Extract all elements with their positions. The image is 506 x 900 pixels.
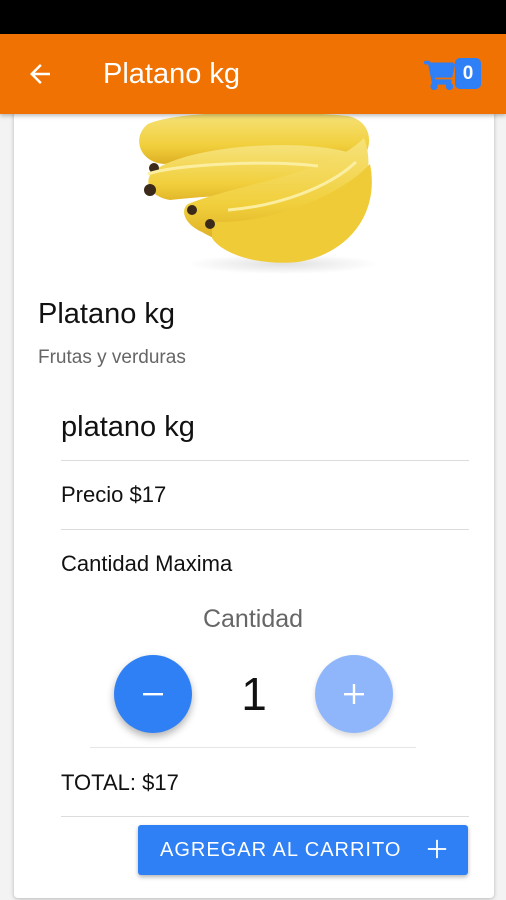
product-image (118, 114, 388, 274)
quantity-label: Cantidad (202, 605, 304, 633)
quantity-value: 1 (241, 668, 267, 720)
plus-icon (427, 839, 447, 859)
divider (61, 529, 469, 530)
back-button[interactable] (22, 56, 58, 92)
total-price: TOTAL: $17 (61, 770, 179, 795)
product-category: Frutas y verduras (38, 347, 186, 368)
cart-button[interactable]: 0 (424, 56, 486, 92)
product-title: Platano kg (38, 298, 176, 330)
add-to-cart-label: AGREGAR AL CARRITO (160, 839, 402, 861)
minus-icon (143, 693, 163, 696)
increase-quantity-button[interactable] (315, 655, 393, 733)
product-name: platano kg (61, 411, 195, 443)
status-bar (0, 0, 506, 34)
app-bar: Platano kg 0 (0, 34, 506, 114)
plus-icon (344, 684, 364, 704)
arrow-back-icon (30, 64, 50, 84)
divider (61, 816, 469, 817)
add-to-cart-button[interactable]: AGREGAR AL CARRITO (138, 825, 468, 875)
cart-count-badge: 0 (455, 58, 481, 89)
divider (90, 747, 416, 748)
max-quantity-label: Cantidad Maxima (61, 551, 233, 576)
banana-image (139, 114, 378, 274)
page-title: Platano kg (103, 58, 241, 90)
product-price: Precio $17 (61, 482, 167, 507)
shopping-cart-icon (424, 60, 456, 90)
decrease-quantity-button[interactable] (114, 655, 192, 733)
divider (61, 460, 469, 461)
